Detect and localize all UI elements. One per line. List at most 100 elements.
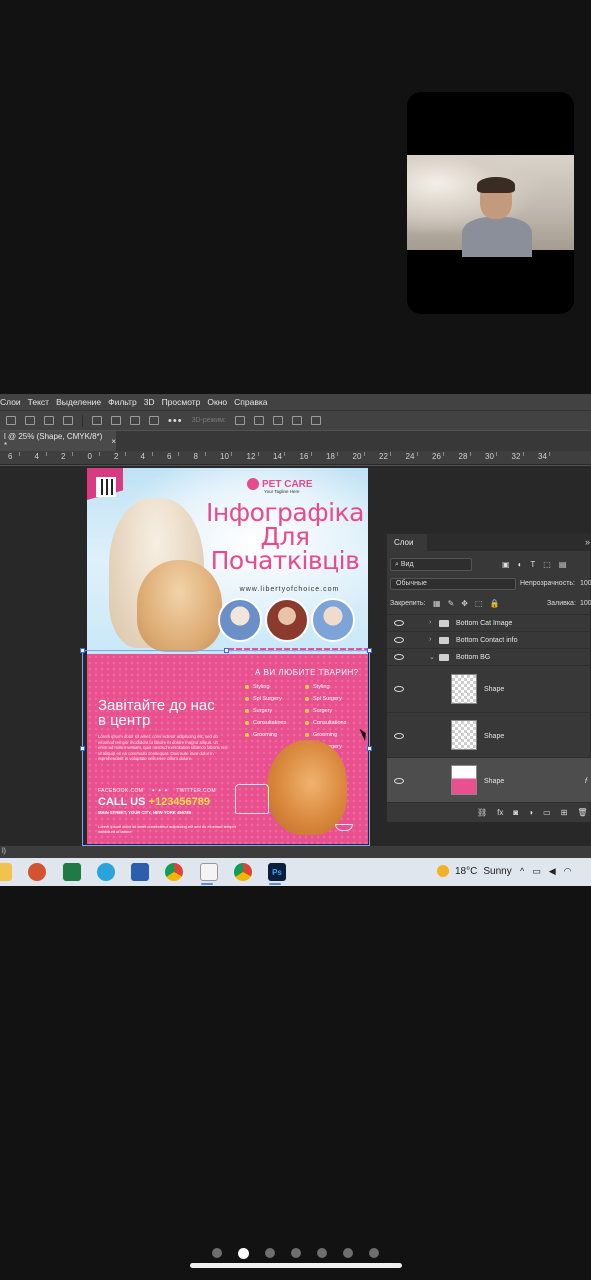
layer-name[interactable]: Bottom Cat Image <box>456 620 512 627</box>
more-options-icon[interactable]: ••• <box>168 415 183 427</box>
menu-filter[interactable]: Фильтр <box>108 397 137 407</box>
page-dot[interactable] <box>343 1248 353 1258</box>
page-dot[interactable] <box>212 1248 222 1258</box>
transform-handle[interactable] <box>367 746 372 751</box>
page-dot[interactable] <box>317 1248 327 1258</box>
weather-widget[interactable]: 18°C Sunny <box>437 865 512 877</box>
eye-icon[interactable] <box>394 654 404 660</box>
align-middle-icon[interactable] <box>111 416 121 425</box>
layer-name[interactable]: Shape <box>484 733 504 740</box>
lock-label: Закрепить: <box>390 600 426 607</box>
page-dot[interactable] <box>265 1248 275 1258</box>
shape-filter-icon[interactable]: ⬚ <box>543 560 551 569</box>
menu-help[interactable]: Справка <box>234 397 267 407</box>
word-icon[interactable] <box>131 863 149 881</box>
3d-slide-icon[interactable] <box>291 416 302 425</box>
layer-row[interactable]: › Bottom Contact info <box>387 631 591 648</box>
wifi-icon[interactable]: ◠ <box>564 866 572 877</box>
layer-row-selected[interactable]: Shape f <box>387 757 591 802</box>
layer-name[interactable]: Bottom Contact info <box>456 637 517 644</box>
telegram-icon[interactable] <box>97 863 115 881</box>
layer-row[interactable]: Shape <box>387 665 591 712</box>
lock-position-icon[interactable]: ✥ <box>461 599 468 608</box>
eye-icon[interactable] <box>394 637 404 643</box>
laptop-icon[interactable]: ▭ <box>532 866 541 877</box>
distribute-icon[interactable] <box>63 416 73 425</box>
align-bottom-icon[interactable] <box>130 416 140 425</box>
fx-icon[interactable]: fx <box>497 808 503 817</box>
volume-icon[interactable]: ◀ <box>549 866 556 877</box>
layer-row[interactable]: ⌄ Bottom BG <box>387 648 591 665</box>
adjustment-filter-icon[interactable]: ◐ <box>518 560 523 569</box>
3d-roll-icon[interactable] <box>253 416 264 425</box>
eye-icon[interactable] <box>394 686 404 692</box>
lock-all-icon[interactable]: 🔒 <box>490 599 500 608</box>
collapse-icon[interactable]: » <box>585 537 590 547</box>
pixel-filter-icon[interactable]: ▣ <box>502 560 510 569</box>
layer-name[interactable]: Shape <box>484 778 504 785</box>
layer-name[interactable]: Bottom BG <box>456 654 490 661</box>
document-tab[interactable]: l @ 25% (Shape, CMYK/8*) * × <box>0 431 116 451</box>
menu-select[interactable]: Выделение <box>56 397 101 407</box>
notepad-icon[interactable] <box>200 863 218 881</box>
close-icon[interactable]: × <box>111 437 116 446</box>
file-explorer-icon[interactable] <box>0 863 12 881</box>
align-top-icon[interactable] <box>92 416 102 425</box>
expand-chevron-icon[interactable]: › <box>429 619 431 626</box>
collapse-chevron-icon[interactable]: ⌄ <box>429 653 435 661</box>
align-left-icon[interactable] <box>6 416 16 425</box>
mask-icon[interactable]: ◙ <box>513 808 518 817</box>
chevron-up-icon[interactable]: ^ <box>520 866 524 877</box>
ruler-label: 26 <box>432 452 441 461</box>
expand-chevron-icon[interactable]: › <box>429 636 431 643</box>
layer-row[interactable]: Shape <box>387 712 591 757</box>
menu-view[interactable]: Просмотр <box>162 397 201 407</box>
powerpoint-icon[interactable] <box>28 863 46 881</box>
transform-handle[interactable] <box>367 648 372 653</box>
transform-handle[interactable] <box>224 648 229 653</box>
lock-transparency-icon[interactable]: ▦ <box>433 599 441 608</box>
smart-object-filter-icon[interactable]: ▤ <box>559 560 567 569</box>
eye-icon[interactable] <box>394 733 404 739</box>
layer-row[interactable]: › Bottom Cat Image <box>387 614 591 631</box>
3d-scale-icon[interactable] <box>310 416 321 425</box>
layer-filter-select[interactable]: ⌕ Вид <box>390 558 472 571</box>
fill-input[interactable]: 100 <box>580 600 591 607</box>
trash-icon[interactable]: 🗑 <box>577 808 587 817</box>
eye-icon[interactable] <box>394 778 404 784</box>
transform-handle[interactable] <box>80 648 85 653</box>
lock-pixels-icon[interactable]: ✎ <box>448 599 455 608</box>
page-dot[interactable] <box>369 1248 379 1258</box>
menu-3d[interactable]: 3D <box>144 397 155 407</box>
menu-type[interactable]: Текст <box>28 397 49 407</box>
3d-orbit-icon[interactable] <box>234 416 245 425</box>
align-center-icon[interactable] <box>25 416 35 425</box>
blend-mode-select[interactable]: Обычные <box>390 578 516 590</box>
link-icon[interactable]: ⛓ <box>477 808 487 817</box>
group-icon[interactable]: ▭ <box>543 808 551 817</box>
align-right-icon[interactable] <box>44 416 54 425</box>
fx-icon[interactable]: f <box>585 778 587 785</box>
type-filter-icon[interactable]: T <box>530 560 535 569</box>
excel-icon[interactable] <box>63 863 81 881</box>
chrome-icon[interactable] <box>165 863 183 881</box>
3d-pan-icon[interactable] <box>272 416 283 425</box>
adjustment-icon[interactable]: ◑ <box>528 808 533 817</box>
layer-name[interactable]: Shape <box>484 686 504 693</box>
distribute-vertical-icon[interactable] <box>149 416 159 425</box>
opacity-input[interactable]: 100 <box>580 580 591 587</box>
lock-artboard-icon[interactable]: ⬚ <box>475 599 483 608</box>
menu-layers[interactable]: Слои <box>0 397 21 407</box>
menu-window[interactable]: Окно <box>207 397 227 407</box>
page-dot[interactable] <box>291 1248 301 1258</box>
photoshop-icon[interactable]: Ps <box>268 863 286 881</box>
video-call-tile[interactable] <box>407 92 574 314</box>
new-layer-icon[interactable]: ⊞ <box>561 808 568 817</box>
transform-bounding-box[interactable] <box>80 648 372 846</box>
layers-tab[interactable]: Слои <box>387 534 427 551</box>
home-indicator[interactable] <box>190 1263 402 1268</box>
transform-handle[interactable] <box>80 746 85 751</box>
page-dot-active[interactable] <box>238 1248 249 1259</box>
chrome-profile-icon[interactable] <box>234 863 252 881</box>
eye-icon[interactable] <box>394 620 404 626</box>
